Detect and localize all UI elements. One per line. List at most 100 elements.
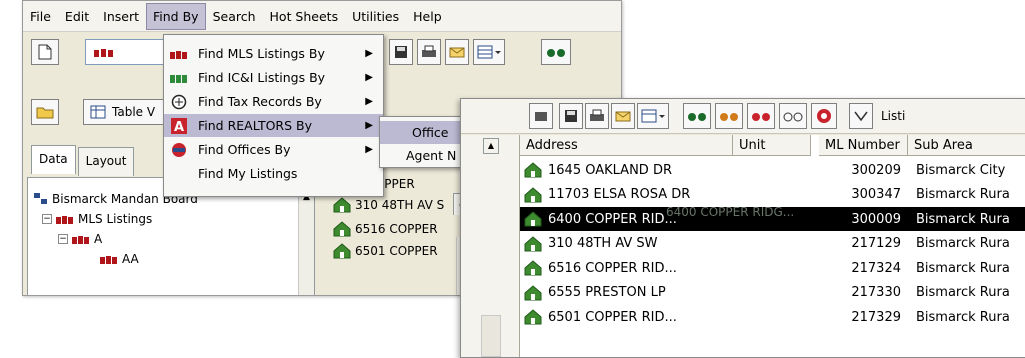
- print-icon: [590, 109, 604, 121]
- list-item[interactable]: 6516 COPPER: [333, 221, 438, 237]
- menu-find-by[interactable]: Find By: [146, 2, 206, 30]
- columns-button[interactable]: [473, 39, 505, 65]
- menu-item-label: Find REALTORS By: [198, 118, 313, 133]
- menu-item-label: Find Offices By: [198, 142, 291, 157]
- submenu-arrow-icon: ▶: [365, 144, 373, 155]
- table-row[interactable]: 11703 ELSA ROSA DR 300347 Bismarck Rura: [520, 183, 1025, 207]
- filter-button[interactable]: [849, 103, 873, 129]
- unit-cell: [739, 256, 809, 280]
- ml-number-cell: 217129: [851, 236, 901, 251]
- tab-data[interactable]: Data: [31, 145, 76, 174]
- listing-left-scrollbar[interactable]: ▲: [461, 135, 520, 357]
- tab-layout[interactable]: Layout: [77, 147, 135, 176]
- scroll-up-icon[interactable]: ▲: [483, 138, 499, 154]
- menu-edit[interactable]: Edit: [58, 3, 96, 30]
- table-view-label: Table V: [112, 105, 156, 119]
- house-icon: [535, 112, 547, 121]
- ml-number-cell: 217330: [851, 285, 901, 300]
- mls-houses-icon: [94, 49, 113, 57]
- listing-table: Address Unit ML Number Sub Area 1645 OAK…: [520, 135, 1025, 357]
- tree-scrollbar[interactable]: ▲: [298, 192, 314, 295]
- house-icon: [333, 221, 351, 237]
- tree-node-a[interactable]: − A: [58, 232, 102, 246]
- menu-hot-sheets[interactable]: Hot Sheets: [263, 3, 346, 30]
- print-icon: [422, 45, 436, 57]
- sub-area-cell: Bismarck City: [916, 162, 1006, 178]
- column-header-ml-number[interactable]: ML Number: [819, 135, 908, 156]
- view-tabs: Data Layout: [31, 145, 136, 176]
- find-by-menu: Find MLS Listings By ▶ Find IC&I Listing…: [163, 34, 384, 197]
- address-text: 6501 COPPER RID...: [548, 309, 677, 325]
- menu-help[interactable]: Help: [406, 3, 449, 30]
- open-folder-button[interactable]: [31, 99, 59, 125]
- email-button[interactable]: [445, 39, 469, 65]
- menu-item-find-realtors[interactable]: A Find REALTORS By ▶: [164, 114, 383, 137]
- columns-button[interactable]: [637, 103, 669, 129]
- menu-search[interactable]: Search: [206, 3, 263, 30]
- house-icon: [333, 243, 351, 259]
- ml-number-cell: 300347: [851, 187, 901, 202]
- globe-button[interactable]: [811, 103, 837, 129]
- collapse-icon[interactable]: −: [58, 234, 68, 244]
- binoculars-button[interactable]: [541, 39, 571, 65]
- tree-node-aa[interactable]: AA: [100, 252, 139, 266]
- svg-text:A: A: [174, 120, 184, 134]
- house-icon: [524, 284, 542, 300]
- print-button[interactable]: [417, 39, 441, 65]
- tree-node-mls[interactable]: − MLS Listings: [42, 212, 152, 226]
- collapse-icon[interactable]: −: [42, 214, 52, 224]
- menu-item-find-offices[interactable]: Find Offices By ▶: [164, 138, 383, 161]
- save-button[interactable]: [389, 39, 413, 65]
- scroll-thumb[interactable]: [481, 315, 501, 357]
- house-icon: [524, 235, 542, 251]
- address-cell: 6555 PRESTON LP: [524, 281, 729, 305]
- new-document-button[interactable]: [31, 39, 59, 65]
- binoculars-outline-button[interactable]: [779, 103, 807, 129]
- address-text: 11703 ELSA ROSA DR: [548, 187, 691, 202]
- menu-insert[interactable]: Insert: [96, 3, 146, 30]
- table-row[interactable]: 6555 PRESTON LP 217330 Bismarck Rura: [520, 281, 1025, 305]
- table-row[interactable]: 1645 OAKLAND DR 300209 Bismarck City: [520, 158, 1025, 182]
- save-icon: [565, 110, 577, 122]
- binoculars-orange-button[interactable]: [715, 103, 743, 129]
- tree-node-aa-label: AA: [122, 252, 139, 266]
- address-text: 6555 PRESTON LP: [548, 285, 666, 300]
- list-item[interactable]: 310 48TH AV S: [333, 197, 444, 213]
- house-icon: [524, 260, 542, 276]
- menu-item-find-my-listings[interactable]: Find My Listings: [164, 162, 383, 185]
- save-button[interactable]: [559, 103, 583, 129]
- binoculars-green-button[interactable]: [683, 103, 711, 129]
- sub-area-cell: Bismarck Rura: [916, 211, 1010, 227]
- list-item-label: 310 48TH AV S: [355, 198, 445, 212]
- menu-item-find-mls[interactable]: Find MLS Listings By ▶: [164, 42, 383, 65]
- column-header-unit[interactable]: Unit: [733, 135, 811, 156]
- menu-utilities[interactable]: Utilities: [345, 3, 406, 30]
- column-header-address[interactable]: Address: [520, 135, 733, 156]
- print-button[interactable]: [585, 103, 609, 129]
- address-text: 6516 COPPER RID...: [548, 260, 677, 276]
- house-icon: [333, 197, 351, 213]
- house-button[interactable]: [529, 103, 553, 129]
- table-row[interactable]: 310 48TH AV SW 217129 Bismarck Rura: [520, 232, 1025, 256]
- listing-toolbar: Listi: [461, 99, 1025, 134]
- menu-item-find-ici[interactable]: Find IC&I Listings By ▶: [164, 66, 383, 89]
- column-header-sub-area[interactable]: Sub Area: [908, 135, 1025, 156]
- chevron-down-icon: [854, 111, 868, 122]
- list-item[interactable]: 6501 COPPER: [333, 243, 438, 259]
- mls-houses-icon: [100, 256, 117, 264]
- email-button[interactable]: [611, 103, 635, 129]
- list-item-label: 6516 COPPER: [355, 222, 438, 236]
- table-row[interactable]: 6501 COPPER RID... 217329 Bismarck Rura: [520, 305, 1025, 329]
- blank-icon: [170, 167, 188, 181]
- sub-area-cell: Bismarck Rura: [916, 260, 1010, 276]
- unit-cell: [739, 158, 809, 182]
- unit-cell: [739, 183, 809, 207]
- menubar: File Edit Insert Find By Search Hot Shee…: [23, 1, 621, 32]
- binoculars-red-button[interactable]: [747, 103, 775, 129]
- address-cell: 310 48TH AV SW: [524, 232, 729, 256]
- table-row[interactable]: 6516 COPPER RID... 217324 Bismarck Rura: [520, 256, 1025, 280]
- address-cell: 1645 OAKLAND DR: [524, 158, 729, 182]
- menu-item-find-tax[interactable]: Find Tax Records By ▶: [164, 90, 383, 113]
- realtors-icon: A: [170, 117, 188, 134]
- menu-file[interactable]: File: [23, 3, 58, 30]
